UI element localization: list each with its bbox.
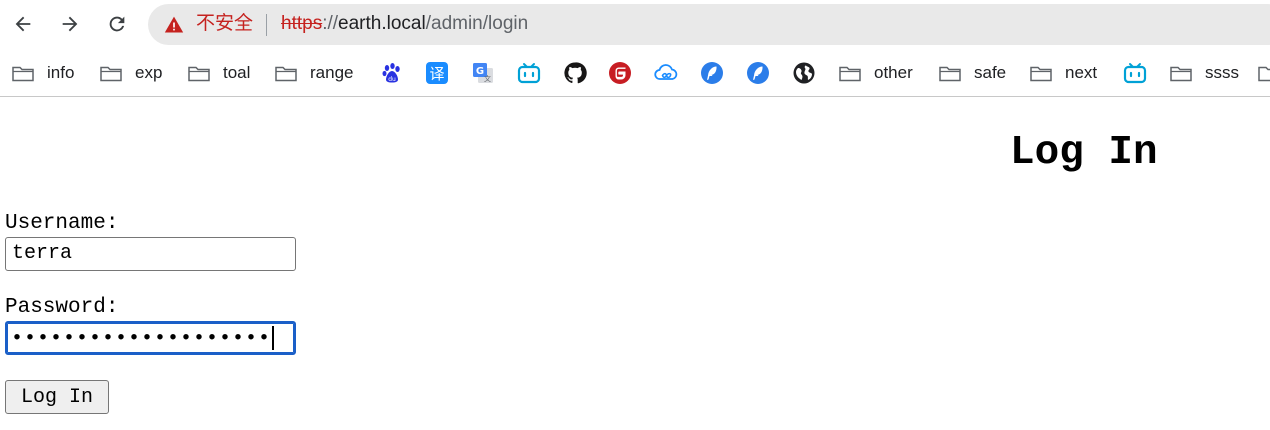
address-bar[interactable]: 不安全 https://earth.local/admin/login <box>148 4 1270 45</box>
bookmarks-bar: info exp toal range du 译 G 文 other safe … <box>0 50 1270 97</box>
folder-icon <box>839 66 861 82</box>
bookmark-folder-next[interactable]: next <box>1030 60 1097 86</box>
baidu-paw-icon: du <box>382 63 400 83</box>
folder-icon <box>188 66 210 82</box>
feather-blue-icon <box>747 62 769 84</box>
arrow-right-icon <box>62 16 78 32</box>
folder-icon <box>275 66 297 82</box>
bookmark-feather-2[interactable] <box>746 60 770 86</box>
url-text[interactable]: https://earth.local/admin/login <box>281 13 528 35</box>
url-separator: :// <box>322 13 339 34</box>
svg-text:文: 文 <box>484 74 491 83</box>
folder-icon <box>1258 66 1270 82</box>
bookmark-label: other <box>874 63 913 82</box>
password-label: Password: <box>5 296 119 319</box>
browser-toolbar: 不安全 https://earth.local/admin/login <box>0 0 1270 50</box>
back-button[interactable] <box>6 7 40 41</box>
globe-icon <box>793 62 815 84</box>
folder-icon <box>12 66 34 82</box>
bookmark-folder-range[interactable]: range <box>275 60 353 86</box>
password-input[interactable]: •••••••••••••••••••• <box>5 321 296 355</box>
omnibox-divider <box>266 14 267 36</box>
bookmark-label: range <box>310 63 354 82</box>
bookmark-google-translate[interactable]: G 文 <box>471 60 495 86</box>
bookmark-label: toal <box>223 63 251 82</box>
bookmark-cloud[interactable] <box>654 60 678 86</box>
bookmark-globe[interactable] <box>792 60 816 86</box>
bookmark-label: next <box>1065 63 1098 82</box>
url-path: /admin/login <box>425 13 529 34</box>
password-masked-value: •••••••••••••••••••• <box>11 327 272 351</box>
bookmark-baidu[interactable]: du <box>380 60 404 86</box>
bookmark-github[interactable] <box>563 60 587 86</box>
bookmark-label: info <box>47 63 75 82</box>
warning-triangle-icon[interactable] <box>164 15 184 35</box>
bookmark-folder-overflow[interactable] <box>1258 60 1270 86</box>
svg-text:译: 译 <box>429 65 444 83</box>
folder-icon <box>100 66 122 82</box>
bookmark-label: ssss <box>1205 63 1239 82</box>
forward-button[interactable] <box>53 7 87 41</box>
reload-icon <box>109 16 125 32</box>
feather-blue-icon <box>701 62 723 84</box>
login-button[interactable]: Log In <box>5 380 109 414</box>
bilibili-tv-icon <box>1123 63 1147 84</box>
url-host: earth.local <box>338 13 426 34</box>
bilibili-tv-icon <box>517 63 541 84</box>
bookmark-bilibili[interactable] <box>517 60 541 86</box>
bookmark-folder-safe[interactable]: safe <box>939 60 1006 86</box>
bookmark-gitee[interactable] <box>608 60 632 86</box>
bookmark-translate[interactable]: 译 <box>425 60 449 86</box>
translate-yi-icon: 译 <box>426 62 448 84</box>
google-translate-icon: G 文 <box>473 63 493 83</box>
folder-icon <box>1030 66 1052 82</box>
svg-text:G: G <box>476 66 484 77</box>
bookmark-folder-ssss[interactable]: ssss <box>1170 60 1239 86</box>
username-label: Username: <box>5 212 119 235</box>
page-title: Log In <box>1010 130 1158 176</box>
url-scheme: https <box>281 13 323 34</box>
cloud-infinity-icon <box>654 64 678 80</box>
bookmark-label: safe <box>974 63 1007 82</box>
folder-icon <box>939 66 961 82</box>
arrow-left-icon <box>15 16 31 32</box>
github-icon <box>564 62 587 84</box>
security-status-label[interactable]: 不安全 <box>196 13 253 35</box>
svg-text:du: du <box>388 76 396 83</box>
bookmark-feather-1[interactable] <box>700 60 724 86</box>
bookmark-folder-toal[interactable]: toal <box>188 60 250 86</box>
bookmark-folder-exp[interactable]: exp <box>100 60 162 86</box>
bookmark-label: exp <box>135 63 163 82</box>
bookmark-bilibili-2[interactable] <box>1123 60 1147 86</box>
gitee-icon <box>609 62 631 84</box>
reload-button[interactable] <box>100 7 134 41</box>
text-caret <box>272 326 275 350</box>
username-input[interactable]: terra <box>5 237 296 271</box>
bookmark-folder-info[interactable]: info <box>12 60 74 86</box>
folder-icon <box>1170 66 1192 82</box>
bookmark-folder-other[interactable]: other <box>839 60 913 86</box>
